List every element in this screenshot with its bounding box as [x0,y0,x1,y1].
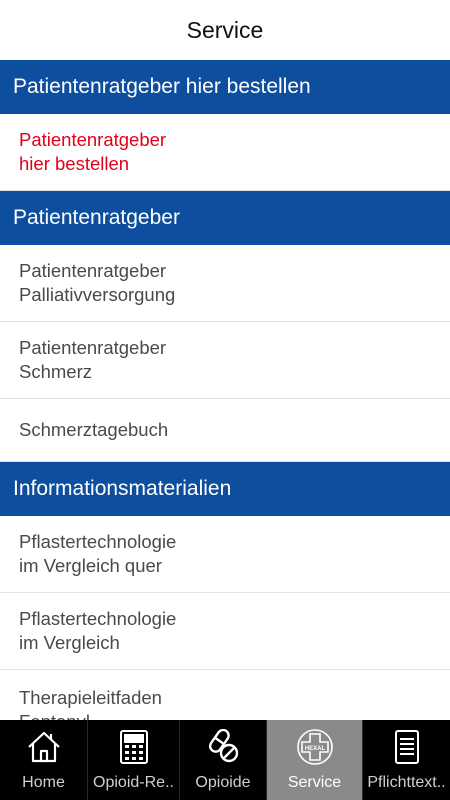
list-item-palliativversorgung[interactable]: Patientenratgeber Palliativversorgung [0,245,450,322]
page-title: Service [0,0,450,60]
tab-label: Pflichttext.. [367,774,446,791]
tab-label: Home [22,774,65,791]
list-item-pflastertechnologie-quer[interactable]: Pflastertechnologie im Vergleich quer [0,516,450,593]
list-item-line2: hier bestellen [19,153,130,174]
tab-opioide[interactable]: Opioide [180,720,267,800]
tab-opioid-rechner[interactable]: Opioid-Re.. [88,720,180,800]
list-item-line2: im Vergleich quer [19,555,162,576]
svg-text:HEXAL: HEXAL [304,746,325,752]
calculator-icon [118,722,150,772]
list-item-schmerztagebuch[interactable]: Schmerztagebuch [0,399,450,462]
hexal-logo-icon: HEXAL [296,722,334,772]
list-item-line2: im Vergleich [19,632,120,653]
list-item-schmerz[interactable]: Patientenratgeber Schmerz [0,322,450,399]
tab-label: Opioid-Re.. [93,774,174,791]
tab-pflichttext[interactable]: Pflichttext.. [363,720,450,800]
service-list[interactable]: Patientenratgeber hier bestellen Patient… [0,60,450,720]
section-header-patientenratgeber: Patientenratgeber [0,191,450,245]
list-item-line2: Schmerz [19,361,92,382]
list-item-patientenratgeber-bestellen[interactable]: Patientenratgeber hier bestellen [0,114,450,191]
list-item-line1: Schmerztagebuch [19,419,169,440]
section-header-bestellen: Patientenratgeber hier bestellen [0,60,450,114]
list-item-line1: Patientenratgeber [19,260,167,281]
list-item-line2: Palliativversorgung [19,284,176,305]
pills-icon [205,722,241,772]
document-icon [392,722,422,772]
tab-label: Service [287,774,342,791]
list-item-line1: Pflastertechnologie [19,608,177,629]
list-item-therapieleitfaden[interactable]: Therapieleitfaden Fentanyl [0,670,450,720]
list-item-line1: Therapieleitfaden [19,687,162,708]
list-item-line1: Patientenratgeber [19,337,167,358]
tab-label: Opioide [195,774,251,791]
list-item-line2: Fentanyl [19,710,450,720]
tab-home[interactable]: Home [0,720,88,800]
list-item-pflastertechnologie[interactable]: Pflastertechnologie im Vergleich [0,593,450,670]
tab-service[interactable]: HEXAL Service [267,720,363,800]
list-item-line1: Patientenratgeber [19,129,167,150]
list-item-line1: Pflastertechnologie [19,531,177,552]
home-icon [26,722,62,772]
bottom-tab-bar: Home Opioid-Re.. Opioide HEXAL Service P… [0,720,450,800]
section-header-informationsmaterialien: Informationsmaterialien [0,462,450,516]
